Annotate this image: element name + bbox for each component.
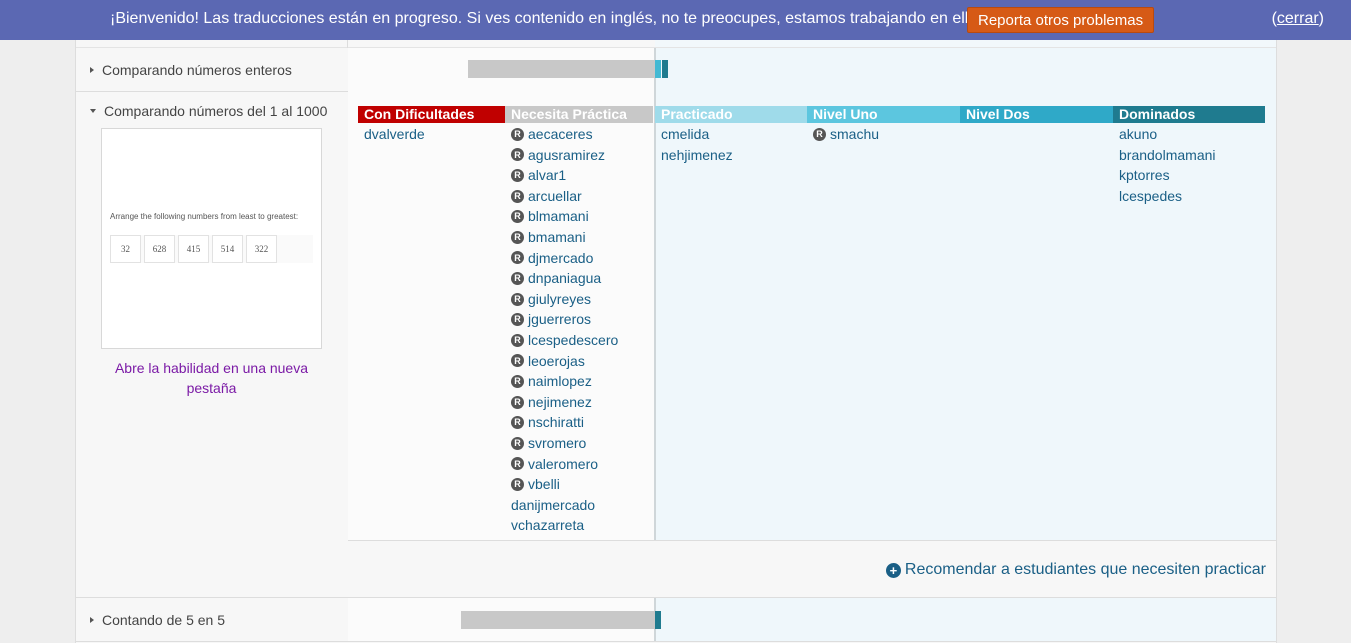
preview-number-boxes: 32 628 415 514 322	[110, 235, 313, 263]
mastery-grid: Con Dificultades dvalverde Necesita Prácti…	[348, 91, 1276, 541]
student-link[interactable]: Rjguerreros	[511, 309, 618, 330]
student-link[interactable]: lcespedes	[1119, 186, 1216, 207]
mastery-column-header: Dominados	[1113, 106, 1265, 123]
student-list: akuno brandolmamani kptorres lcespedes	[1119, 124, 1216, 206]
student-link[interactable]: brandolmamani	[1119, 145, 1216, 166]
student-link[interactable]: Rdnpaniagua	[511, 268, 618, 289]
student-link[interactable]: Rsmachu	[813, 124, 879, 145]
student-link[interactable]: Rlcespedescero	[511, 330, 618, 351]
report-problems-button[interactable]: Reporta otros problemas	[967, 7, 1155, 33]
student-link[interactable]: danijmercado	[511, 495, 618, 516]
skill-label[interactable]: Comparando números enteros	[90, 48, 292, 91]
review-badge-icon: R	[511, 168, 524, 182]
review-badge-icon: R	[511, 271, 524, 285]
mastery-column-header: Con Dificultades	[358, 106, 505, 123]
skill-label[interactable]: Contando de 5 en 5	[90, 598, 225, 641]
student-link[interactable]: Rnschiratti	[511, 412, 618, 433]
skill-row-expanded: Comparando números del 1 al 1000 Arrange…	[76, 91, 1276, 598]
skills-panel: Comparando números enteros Comparando nú…	[75, 40, 1277, 643]
student-link[interactable]: Rgiulyreyes	[511, 289, 618, 310]
review-badge-icon: R	[511, 189, 524, 203]
caret-down-icon	[90, 109, 96, 113]
open-skill-new-tab-link[interactable]: Abre la habilidad en una nueva pestaña	[101, 358, 322, 398]
banner-close: (cerrar)	[1271, 10, 1324, 27]
student-link[interactable]: cmelida	[661, 124, 733, 145]
translation-banner: ¡Bienvenido! Las traducciones están en p…	[0, 0, 1351, 40]
mastery-column-header: Practicado	[655, 106, 807, 123]
student-link[interactable]: dvalverde	[364, 124, 425, 145]
practiced-bar	[655, 60, 661, 78]
mastered-bar	[655, 611, 661, 629]
review-badge-icon: R	[511, 251, 524, 265]
review-badge-icon: R	[511, 333, 524, 347]
number-box: 32	[110, 235, 141, 263]
close-banner-link[interactable]: cerrar	[1277, 10, 1319, 27]
skill-progress	[348, 48, 1276, 91]
review-badge-icon: R	[511, 292, 524, 306]
student-link[interactable]: Raecaceres	[511, 124, 618, 145]
banner-message: ¡Bienvenido! Las traducciones están en p…	[110, 10, 982, 27]
review-badge-icon: R	[511, 230, 524, 244]
review-badge-icon: R	[511, 416, 524, 430]
plus-circle-icon: +	[885, 562, 901, 578]
student-link[interactable]: Rnejimenez	[511, 392, 618, 413]
student-link[interactable]: kptorres	[1119, 165, 1216, 186]
review-badge-icon: R	[511, 374, 524, 388]
mastery-column-header: Nivel Dos	[960, 106, 1113, 123]
student-link[interactable]: Rvaleromero	[511, 454, 618, 475]
review-badge-icon: R	[511, 354, 524, 368]
student-link[interactable]: vchazarreta	[511, 515, 618, 536]
student-link[interactable]: Rbmamani	[511, 227, 618, 248]
review-badge-icon: R	[511, 477, 524, 491]
skill-label[interactable]: Comparando números del 1 al 1000	[90, 91, 327, 131]
preview-instruction: Arrange the following numbers from least…	[110, 212, 299, 221]
skill-row[interactable]: Contando de 5 en 5	[76, 598, 1276, 642]
mastered-bar	[662, 60, 668, 78]
skill-row[interactable]: Comparando números enteros	[76, 48, 1276, 92]
student-list: dvalverde	[364, 124, 425, 145]
student-link[interactable]: Rdjmercado	[511, 248, 618, 269]
review-badge-icon: R	[511, 127, 524, 141]
student-link[interactable]: Ralvar1	[511, 165, 618, 186]
number-box: 514	[212, 235, 243, 263]
review-badge-icon: R	[511, 210, 524, 224]
skill-progress	[348, 598, 1276, 641]
student-link[interactable]: Rleoerojas	[511, 351, 618, 372]
number-box: 322	[246, 235, 277, 263]
caret-right-icon	[90, 616, 94, 623]
student-link[interactable]: Rarcuellar	[511, 186, 618, 207]
caret-right-icon	[90, 66, 94, 73]
mastery-column-header: Necesita Práctica	[505, 106, 653, 123]
student-link[interactable]: Rblmamani	[511, 206, 618, 227]
student-link[interactable]: Rvbelli	[511, 474, 618, 495]
student-link[interactable]: nehjimenez	[661, 145, 733, 166]
review-badge-icon: R	[511, 148, 524, 162]
student-link[interactable]: Rsvromero	[511, 433, 618, 454]
review-badge-icon: R	[511, 436, 524, 450]
student-list: Rsmachu	[813, 124, 879, 145]
student-list: Raecaceres Ragusramirez Ralvar1 Rarcuellar R…	[511, 124, 618, 536]
student-link[interactable]: akuno	[1119, 124, 1216, 145]
previous-row	[76, 40, 1276, 48]
review-badge-icon: R	[511, 457, 524, 471]
student-list: cmelida nehjimenez	[661, 124, 733, 165]
mastery-column-header: Nivel Uno	[807, 106, 960, 123]
number-box: 415	[178, 235, 209, 263]
number-box: 628	[144, 235, 175, 263]
student-link[interactable]: Rnaimlopez	[511, 371, 618, 392]
needs-practice-bar	[468, 60, 655, 78]
recommend-practice-button[interactable]: + Recomendar a estudiantes que necesiten…	[885, 561, 1266, 579]
review-badge-icon: R	[511, 395, 524, 409]
student-link[interactable]: Ragusramirez	[511, 145, 618, 166]
review-badge-icon: R	[813, 127, 826, 141]
needs-practice-bar	[461, 611, 655, 629]
review-badge-icon: R	[511, 313, 524, 327]
skill-preview-thumbnail[interactable]: Arrange the following numbers from least…	[101, 128, 322, 349]
